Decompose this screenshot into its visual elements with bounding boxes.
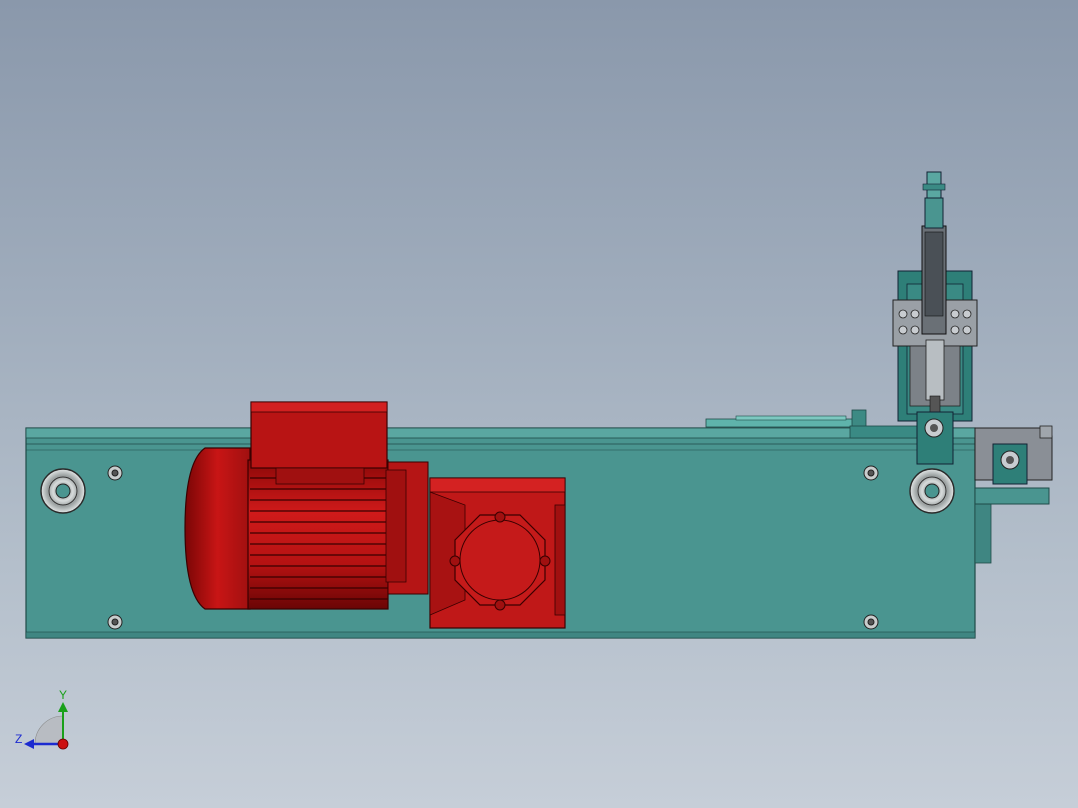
bearing-right[interactable] (909, 468, 955, 514)
graphics-viewport[interactable]: Y Z (0, 0, 1078, 808)
cad-model[interactable] (0, 0, 1078, 808)
bearing-left[interactable] (40, 468, 86, 514)
triad-y-label: Y (59, 688, 68, 702)
triad-z-label: Z (15, 732, 23, 746)
origin-dot-icon (57, 738, 69, 750)
side-bracket[interactable] (974, 425, 1053, 505)
worm-gearbox[interactable] (429, 477, 566, 629)
press-fixture[interactable] (892, 171, 978, 465)
